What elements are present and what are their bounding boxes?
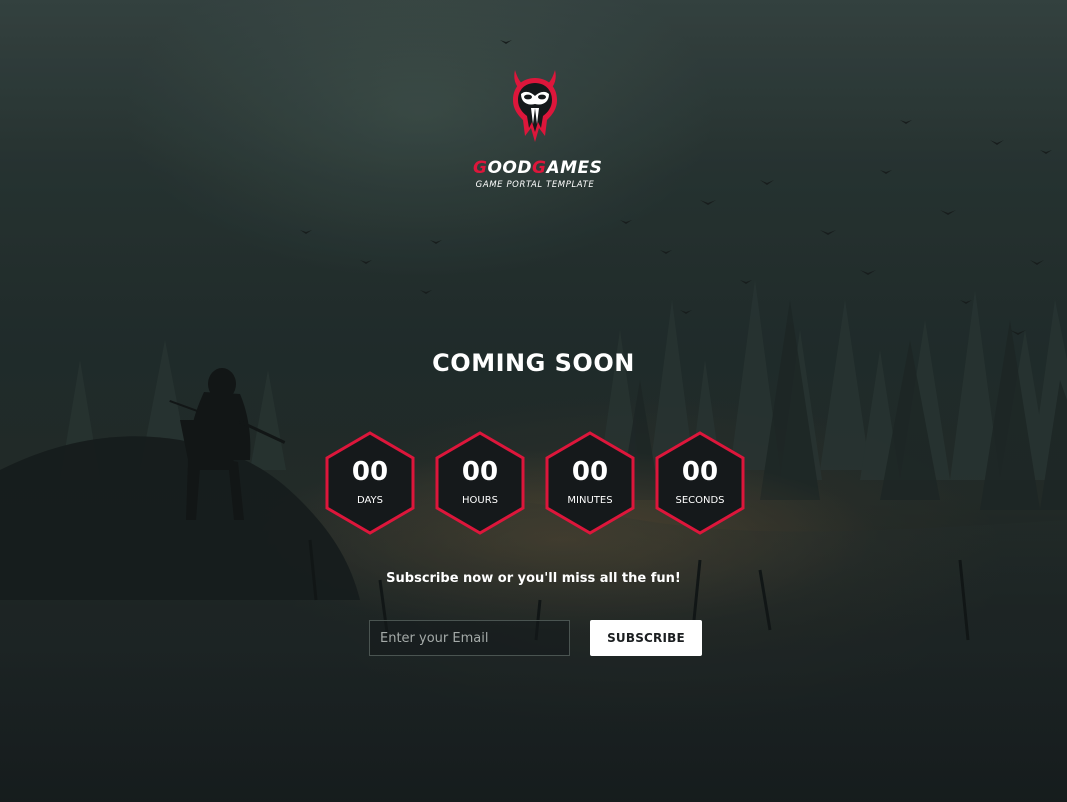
brand-name-part: OOD: [487, 158, 532, 178]
horned-skull-mask-icon: [513, 70, 557, 142]
countdown-minutes: 00 MINUTES: [545, 431, 635, 535]
brand-name: GOODGAMES: [473, 158, 602, 178]
countdown-value: 00: [681, 457, 719, 487]
countdown-value: 00: [571, 457, 609, 487]
countdown-seconds: 00 SECONDS: [655, 431, 745, 535]
brand-name-part: AMES: [546, 158, 603, 178]
countdown-label: SECONDS: [675, 495, 725, 506]
countdown-value: 00: [461, 457, 499, 487]
countdown-hours: 00 HOURS: [435, 431, 525, 535]
countdown-timer: 00 DAYS 00 HOURS 00 MINUTES 00 SECONDS: [325, 431, 747, 535]
subscribe-button[interactable]: SUBSCRIBE: [590, 620, 702, 656]
page-title: COMING SOON: [432, 349, 635, 377]
countdown-value: 00: [351, 457, 389, 487]
countdown-label: HOURS: [461, 495, 498, 506]
brand-name-part: G: [473, 158, 488, 178]
countdown-days: 00 DAYS: [325, 431, 415, 535]
subscribe-message: Subscribe now or you'll miss all the fun…: [386, 571, 681, 586]
brand-tagline: GAME PORTAL TEMPLATE: [475, 180, 595, 190]
brand-logo[interactable]: GOODGAMES GAME PORTAL TEMPLATE: [473, 66, 602, 191]
countdown-label: MINUTES: [567, 495, 613, 506]
email-input[interactable]: [369, 620, 570, 656]
brand-name-part: G: [531, 158, 547, 178]
countdown-label: DAYS: [356, 495, 384, 506]
